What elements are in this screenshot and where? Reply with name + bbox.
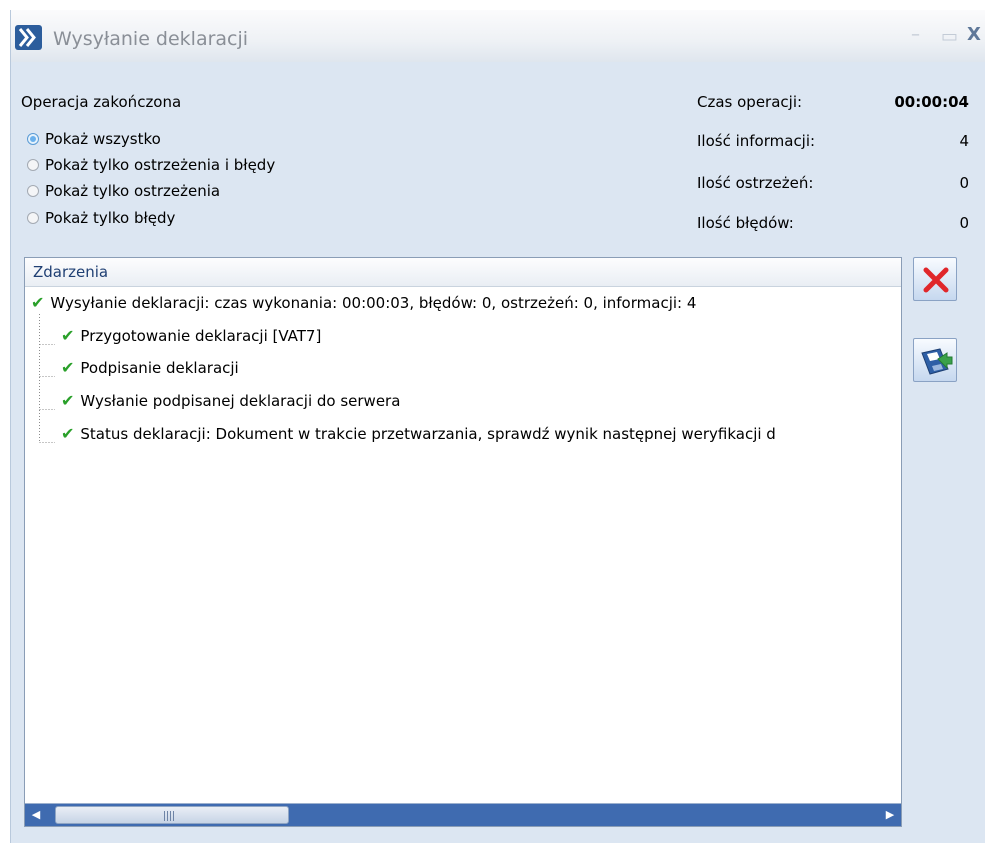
tree-item-label: Wysłanie podpisanej deklaracji do serwer…	[80, 391, 401, 410]
close-window-button[interactable]: X	[967, 24, 981, 45]
tree-item-label: Status deklaracji: Dokument w trakcie pr…	[80, 424, 776, 443]
scroll-left-icon[interactable]: ◀	[25, 804, 47, 826]
save-button[interactable]	[913, 338, 957, 382]
filter-label: Pokaż wszystko	[45, 130, 161, 148]
minimize-button[interactable]: –	[911, 24, 920, 45]
warning-count-label: Ilość ostrzeżeń:	[697, 174, 814, 192]
tree-item[interactable]: ✔ Podpisanie deklaracji	[61, 358, 239, 377]
scroll-thumb[interactable]	[55, 806, 289, 824]
filter-label: Pokaż tylko ostrzeżenia	[45, 182, 221, 200]
events-tree: ✔ Wysyłanie deklaracji: czas wykonania: …	[25, 286, 901, 796]
dialog-window: Wysyłanie deklaracji – ▭ X Operacja zako…	[10, 10, 985, 843]
tree-item[interactable]: ✔ Przygotowanie deklaracji [VAT7]	[61, 326, 321, 345]
tree-item[interactable]: ✔ Status deklaracji: Dokument w trakcie …	[61, 424, 776, 443]
info-count-label: Ilość informacji:	[697, 132, 816, 150]
save-floppy-icon	[921, 348, 953, 375]
check-icon: ✔	[61, 391, 75, 410]
events-header-label: Zdarzenia	[33, 263, 109, 281]
tree-item-root[interactable]: ✔ Wysyłanie deklaracji: czas wykonania: …	[31, 293, 696, 312]
red-x-icon	[923, 267, 949, 293]
check-icon: ✔	[31, 293, 45, 312]
events-header[interactable]: Zdarzenia	[25, 258, 901, 287]
tree-item-label: Przygotowanie deklaracji [VAT7]	[80, 326, 322, 345]
radio-icon[interactable]	[27, 185, 39, 197]
error-count-label: Ilość błędów:	[697, 214, 794, 232]
tree-item-label: Podpisanie deklaracji	[80, 358, 239, 377]
filter-errors-only[interactable]: Pokaż tylko błędy	[27, 209, 175, 227]
radio-icon[interactable]	[27, 159, 39, 171]
title-bar[interactable]: Wysyłanie deklaracji – ▭ X	[11, 10, 985, 62]
radio-icon[interactable]	[27, 212, 39, 224]
check-icon: ✔	[61, 358, 75, 377]
tree-connector-lines	[39, 314, 55, 443]
horizontal-scrollbar[interactable]: ◀ ▶	[25, 803, 901, 826]
cancel-button[interactable]	[913, 257, 957, 301]
scroll-right-icon[interactable]: ▶	[879, 804, 901, 826]
radio-checked-icon[interactable]	[27, 133, 39, 145]
tree-item-label: Wysyłanie deklaracji: czas wykonania: 00…	[50, 293, 697, 312]
time-value: 00:00:04	[894, 93, 969, 111]
tree-item[interactable]: ✔ Wysłanie podpisanej deklaracji do serw…	[61, 391, 400, 410]
events-panel: Zdarzenia ✔ Wysyłanie deklaracji: czas w…	[24, 257, 902, 827]
grip-icon	[164, 811, 176, 821]
filter-label: Pokaż tylko ostrzeżenia i błędy	[45, 156, 276, 174]
filter-warnings-only[interactable]: Pokaż tylko ostrzeżenia	[27, 182, 220, 200]
warning-count-value: 0	[959, 174, 969, 192]
time-label: Czas operacji:	[697, 93, 803, 111]
error-count-value: 0	[959, 214, 969, 232]
check-icon: ✔	[61, 326, 75, 345]
filter-warnings-and-errors[interactable]: Pokaż tylko ostrzeżenia i błędy	[27, 156, 275, 174]
app-logo-icon	[15, 25, 42, 50]
filter-show-all[interactable]: Pokaż wszystko	[27, 130, 161, 148]
maximize-button[interactable]: ▭	[941, 26, 958, 47]
status-label: Operacja zakończona	[21, 93, 182, 111]
check-icon: ✔	[61, 424, 75, 443]
info-count-value: 4	[959, 132, 969, 150]
window-title: Wysyłanie deklaracji	[53, 28, 249, 50]
filter-label: Pokaż tylko błędy	[45, 209, 176, 227]
